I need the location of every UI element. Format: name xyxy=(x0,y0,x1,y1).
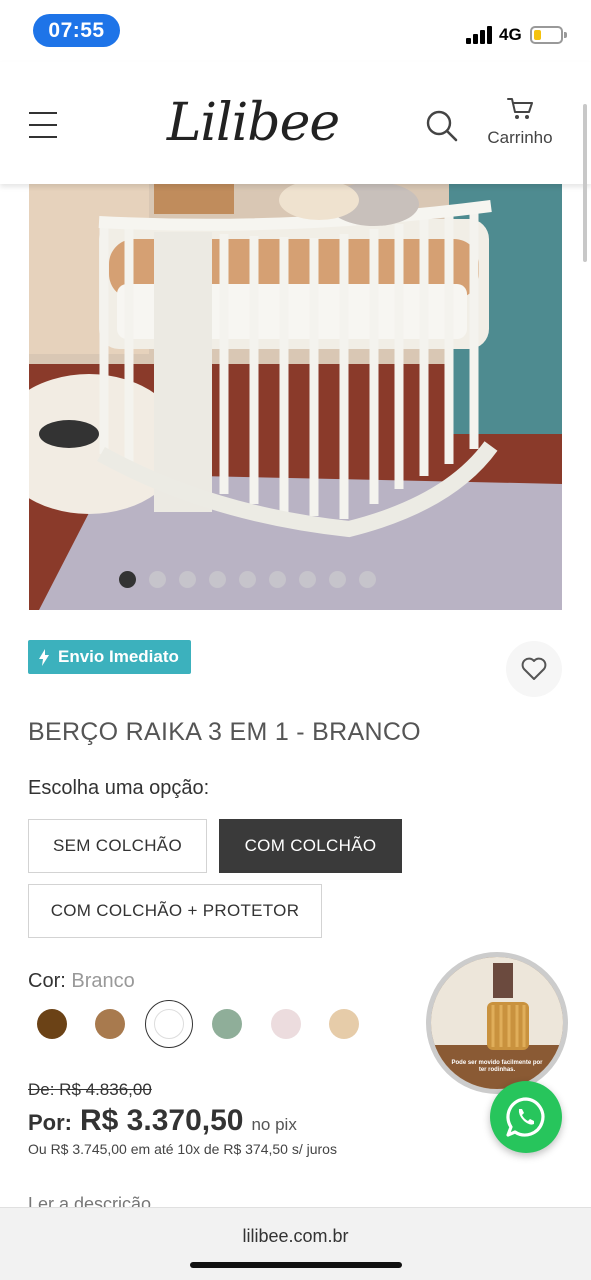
color-label-prefix: Cor: xyxy=(28,970,66,992)
product-title: BERÇO RAIKA 3 EM 1 - BRANCO xyxy=(28,718,421,746)
crib-photo xyxy=(29,184,562,610)
color-selected-value: Branco xyxy=(71,970,135,992)
color-label: Cor: Branco xyxy=(28,970,135,993)
search-icon[interactable] xyxy=(426,110,458,142)
carousel-dot[interactable] xyxy=(119,571,136,588)
carousel-dot[interactable] xyxy=(149,571,166,588)
option-com-colchao-protetor-button[interactable]: COM COLCHÃO + PROTETOR xyxy=(28,884,322,938)
carousel-dot[interactable] xyxy=(179,571,196,588)
status-bar: 07:55 4G xyxy=(0,0,591,62)
carousel-dot[interactable] xyxy=(269,571,286,588)
old-price: De: R$ 4.836,00 xyxy=(28,1080,152,1099)
price-suffix: no pix xyxy=(251,1115,297,1134)
network-label: 4G xyxy=(499,25,522,44)
battery-icon xyxy=(530,26,567,44)
whatsapp-icon xyxy=(506,1097,545,1137)
site-logo[interactable]: Lilibee xyxy=(167,88,340,158)
shipping-badge: Envio Imediato xyxy=(28,640,191,674)
color-swatch-brown[interactable] xyxy=(37,1009,67,1039)
home-indicator[interactable] xyxy=(190,1262,402,1268)
video-caption: Pode ser movido facilmente por ter rodin… xyxy=(451,1060,543,1074)
color-swatch-pink[interactable] xyxy=(271,1009,301,1039)
option-label: Escolha uma opção: xyxy=(28,777,210,799)
cart-icon xyxy=(507,98,533,119)
browser-url-bar[interactable]: lilibee.com.br xyxy=(0,1207,591,1280)
site-header: Lilibee Carrinho xyxy=(0,62,591,184)
installments-text: Ou R$ 3.745,00 em até 10x de R$ 374,50 s… xyxy=(28,1141,337,1157)
cart-label: Carrinho xyxy=(487,128,553,147)
status-time: 07:55 xyxy=(33,14,120,47)
color-swatch-white[interactable] xyxy=(154,1009,184,1039)
color-swatch-beige[interactable] xyxy=(329,1009,359,1039)
browser-url: lilibee.com.br xyxy=(242,1226,349,1246)
product-image-carousel[interactable] xyxy=(29,184,562,610)
carousel-dot[interactable] xyxy=(329,571,346,588)
lightning-icon xyxy=(39,648,49,666)
cart-button[interactable]: Carrinho xyxy=(480,96,560,156)
carousel-dot[interactable] xyxy=(239,571,256,588)
signal-icon xyxy=(466,26,494,44)
product-video-bubble[interactable]: Pode ser movido facilmente por ter rodin… xyxy=(426,952,568,1094)
color-swatch-sage[interactable] xyxy=(212,1009,242,1039)
option-sem-colchao-button[interactable]: SEM COLCHÃO xyxy=(28,819,207,873)
carousel-dots xyxy=(29,571,514,588)
favorite-button[interactable] xyxy=(506,641,562,697)
current-price: R$ 3.370,50 xyxy=(80,1104,244,1137)
option-com-colchao-button[interactable]: COM COLCHÃO xyxy=(219,819,402,873)
page-scrollbar[interactable] xyxy=(583,104,587,262)
price-line: Por: R$ 3.370,50 no pix xyxy=(28,1104,297,1138)
carousel-dot[interactable] xyxy=(299,571,316,588)
price-prefix: Por: xyxy=(28,1110,72,1135)
carousel-dot[interactable] xyxy=(359,571,376,588)
heart-icon xyxy=(521,657,547,680)
color-swatch-tan[interactable] xyxy=(95,1009,125,1039)
shipping-badge-label: Envio Imediato xyxy=(58,647,179,666)
menu-icon[interactable] xyxy=(29,112,57,138)
whatsapp-button[interactable] xyxy=(490,1081,562,1153)
carousel-dot[interactable] xyxy=(209,571,226,588)
